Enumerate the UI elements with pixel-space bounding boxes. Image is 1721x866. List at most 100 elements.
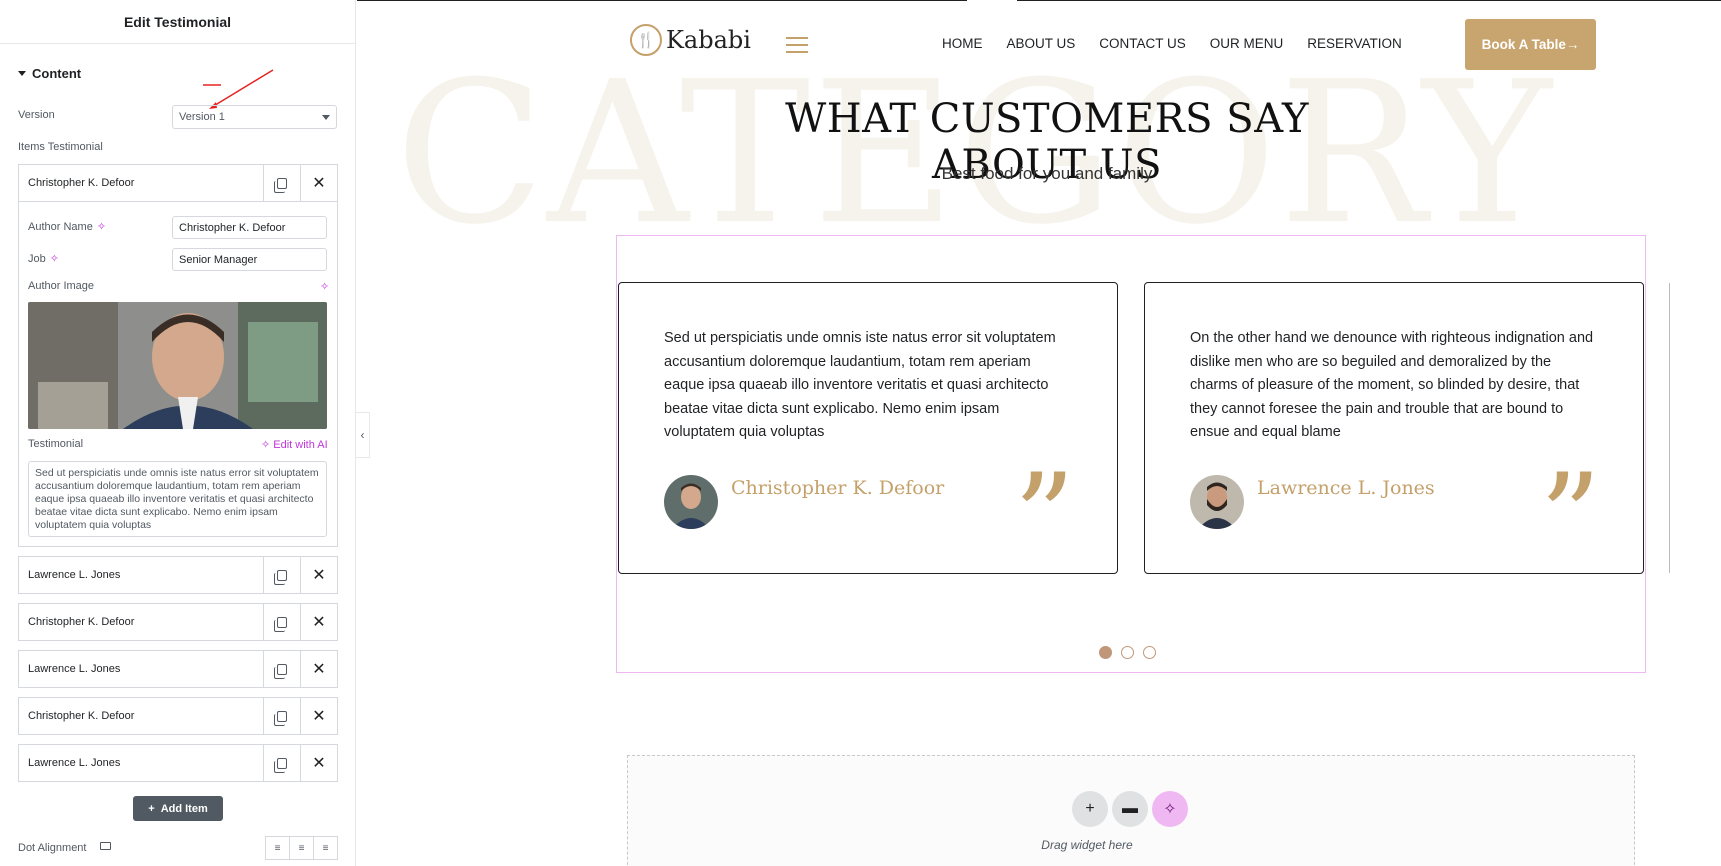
align-right-icon[interactable]: ≡ — [314, 837, 337, 859]
add-item-label: Add Item — [160, 802, 208, 815]
duplicate-button[interactable] — [263, 698, 300, 734]
dot-alignment-control: ≡ ≡ ≡ — [265, 836, 338, 860]
chevron-down-icon — [322, 115, 330, 120]
pagination-dot[interactable] — [1121, 646, 1134, 659]
close-icon: ✕ — [312, 614, 326, 631]
close-icon: ✕ — [312, 567, 326, 584]
testimonial-card: Sed ut perspiciatis unde omnis iste natu… — [618, 282, 1118, 579]
nav-item-contact[interactable]: CONTACT US — [1099, 36, 1186, 51]
fork-spoon-icon: 🍴 — [630, 24, 662, 56]
copy-icon — [274, 757, 287, 773]
author-name-label-text: Author Name — [28, 221, 93, 233]
duplicate-button[interactable] — [263, 651, 300, 687]
align-left-icon[interactable]: ≡ — [266, 837, 290, 859]
book-table-label: Book A Table — [1481, 37, 1566, 52]
main-nav: HOME ABOUT US CONTACT US OUR MENU RESERV… — [942, 36, 1426, 51]
repeater-item-title[interactable]: Christopher K. Defoor — [19, 604, 263, 640]
repeater-item-title[interactable]: Christopher K. Defoor — [19, 165, 263, 201]
remove-button[interactable]: ✕ — [300, 651, 337, 687]
testimonial-label: Testimonial — [28, 438, 84, 450]
remove-button[interactable]: ✕ — [300, 604, 337, 640]
sparkle-icon[interactable]: ✧ — [1152, 791, 1188, 827]
quote-mark-icon: ” — [1013, 449, 1075, 588]
avatar — [664, 475, 718, 529]
drop-zone-actions: + ▬ ✧ — [1072, 791, 1188, 827]
edit-with-ai-label: Edit with AI — [273, 439, 328, 451]
editor-panel: Edit Testimonial Content Version Version… — [0, 0, 356, 866]
section-subheading: Best food for you and family — [941, 164, 1153, 183]
copy-icon — [274, 616, 287, 632]
copy-icon — [274, 663, 287, 679]
author-image-preview[interactable] — [28, 302, 327, 429]
quote-mark-icon: ” — [1539, 449, 1601, 588]
testimonial-textarea[interactable]: Sed ut perspiciatis unde omnis iste natu… — [28, 461, 327, 537]
repeater-item[interactable]: Lawrence L. Jones ✕ — [18, 744, 338, 782]
caret-down-icon — [18, 71, 26, 76]
copy-icon — [274, 177, 287, 193]
repeater-item-open[interactable]: Christopher K. Defoor ✕ — [18, 164, 338, 202]
duplicate-button[interactable] — [263, 745, 300, 781]
version-label: Version — [18, 109, 55, 121]
nav-item-menu[interactable]: OUR MENU — [1210, 36, 1284, 51]
divider — [1017, 0, 1721, 1]
close-icon: ✕ — [312, 755, 326, 772]
avatar — [1190, 475, 1244, 529]
divider — [1669, 283, 1670, 573]
dot-alignment-label: Dot Alignment — [18, 842, 87, 854]
nav-item-home[interactable]: HOME — [942, 36, 983, 51]
repeater-item-title[interactable]: Lawrence L. Jones — [19, 651, 263, 687]
panel-title: Edit Testimonial — [0, 0, 355, 44]
add-item-button[interactable]: + Add Item — [133, 796, 223, 821]
repeater-item[interactable]: Christopher K. Defoor ✕ — [18, 697, 338, 735]
repeater-item[interactable]: Lawrence L. Jones ✕ — [18, 650, 338, 688]
plus-icon[interactable]: + — [1072, 791, 1108, 827]
repeater-item-title[interactable]: Christopher K. Defoor — [19, 698, 263, 734]
sparkle-icon[interactable]: ✧ — [320, 280, 329, 293]
version-select[interactable]: Version 1 — [172, 105, 337, 129]
nav-item-reservation[interactable]: RESERVATION — [1307, 36, 1402, 51]
repeater-item-title[interactable]: Lawrence L. Jones — [19, 557, 263, 593]
repeater-item[interactable]: Christopher K. Defoor ✕ — [18, 603, 338, 641]
repeater-item-title[interactable]: Lawrence L. Jones — [19, 745, 263, 781]
duplicate-button[interactable] — [263, 604, 300, 640]
close-icon: ✕ — [312, 661, 326, 678]
repeater-item[interactable]: Lawrence L. Jones ✕ — [18, 556, 338, 594]
pagination-dot[interactable] — [1099, 646, 1112, 659]
divider — [357, 0, 967, 1]
desktop-icon[interactable] — [100, 842, 111, 850]
version-select-value: Version 1 — [179, 111, 225, 123]
remove-button[interactable]: ✕ — [300, 745, 337, 781]
pagination-dot[interactable] — [1143, 646, 1156, 659]
book-table-button[interactable]: Book A Table → — [1465, 19, 1596, 70]
author-name-input[interactable]: Christopher K. Defoor — [172, 216, 327, 239]
items-label: Items Testimonial — [18, 141, 103, 153]
hamburger-menu-icon[interactable] — [786, 37, 808, 58]
section-title: Content — [32, 66, 82, 81]
folder-icon[interactable]: ▬ — [1112, 791, 1148, 827]
testimonial-text: Sed ut perspiciatis unde omnis iste natu… — [664, 330, 1056, 440]
content-section-toggle[interactable]: Content — [18, 66, 81, 81]
align-center-icon[interactable]: ≡ — [290, 837, 314, 859]
job-input[interactable]: Senior Manager — [172, 248, 327, 271]
edit-with-ai-button[interactable]: ✧ Edit with AI — [261, 438, 328, 451]
nav-item-about[interactable]: ABOUT US — [1007, 36, 1076, 51]
logo-text: Kababi — [666, 26, 751, 54]
slider-pagination — [1099, 646, 1156, 659]
remove-button[interactable]: ✕ — [300, 165, 337, 201]
testimonial-text: On the other hand we denounce with right… — [1190, 330, 1594, 440]
author-name-label: Author Name ✧ — [28, 220, 106, 233]
author-name: Christopher K. Defoor — [731, 477, 945, 499]
sparkle-icon[interactable]: ✧ — [97, 221, 106, 233]
remove-button[interactable]: ✕ — [300, 698, 337, 734]
drop-zone-hint: Drag widget here — [1041, 838, 1133, 852]
arrow-right-icon: → — [1565, 37, 1580, 52]
site-logo[interactable]: 🍴 Kababi — [630, 24, 751, 56]
sparkle-icon[interactable]: ✧ — [50, 253, 59, 265]
close-icon: ✕ — [312, 708, 326, 725]
author-image-label: Author Image — [28, 280, 95, 292]
duplicate-button[interactable] — [263, 165, 300, 201]
duplicate-button[interactable] — [263, 557, 300, 593]
testimonial-card: On the other hand we denounce with right… — [1144, 282, 1644, 579]
site-preview: CATEGORY 🍴 Kababi HOME ABOUT US CONTACT … — [357, 0, 1721, 866]
remove-button[interactable]: ✕ — [300, 557, 337, 593]
